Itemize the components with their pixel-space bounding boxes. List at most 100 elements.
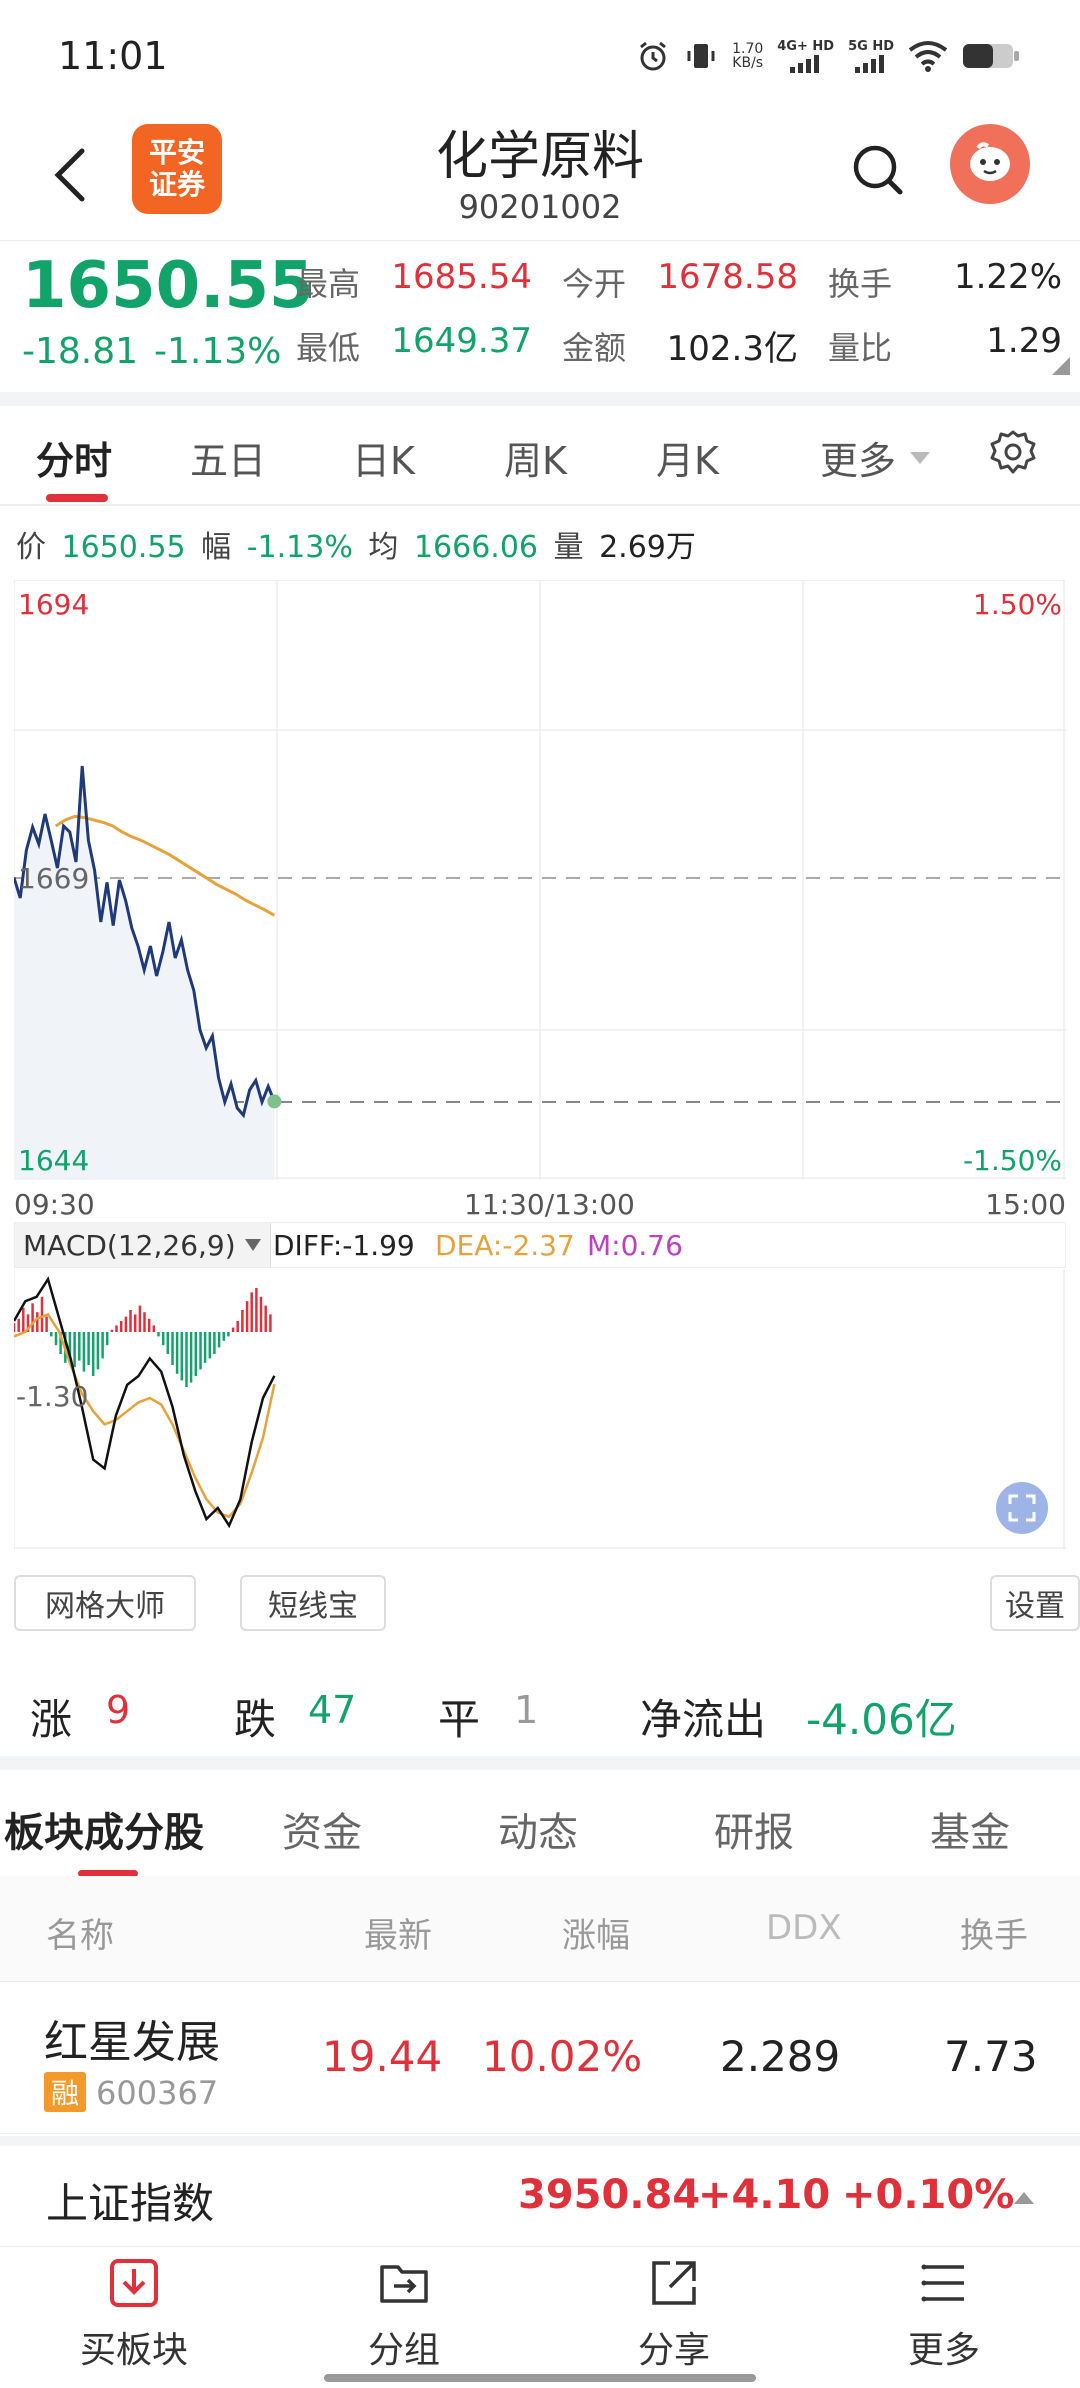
tab-daily-k[interactable]: 日K [352,430,415,485]
stock-turnover: 7.73 [944,2032,1038,2081]
signal-bars-icon [855,55,885,73]
signal-bars-icon [789,55,819,73]
expand-corner-icon[interactable] [1052,357,1070,375]
info-pct: -1.13% [246,530,353,565]
tab-intraday[interactable]: 分时 [36,430,112,485]
net-speed-value: 1.70 [732,41,764,57]
nav-share[interactable]: 分享 [584,2255,764,2373]
nav-buy-sector[interactable]: 买板块 [44,2255,224,2373]
index-change: +4.10 [698,2172,831,2218]
detail-tabs: 板块成分股 资金 动态 研报 基金 [0,1770,1080,1877]
open-value: 1678.58 [657,257,798,297]
table-header: 名称 最新 涨幅 DDX 换手 [0,1876,1080,1982]
info-vol: 2.69万 [599,530,696,565]
index-ticker[interactable]: 上证指数 3950.84 +4.10 +0.10% [0,2136,1080,2246]
nav-more[interactable]: 更多 [854,2255,1034,2373]
tab-funds[interactable]: 基金 [930,1800,1010,1858]
gear-icon [990,430,1036,474]
tab-five-day[interactable]: 五日 [190,430,266,485]
tab-research[interactable]: 研报 [714,1800,794,1858]
col-latest[interactable]: 最新 [364,1908,432,1957]
info-avg-label: 均 [368,530,399,565]
settings-button[interactable]: 设置 [990,1575,1080,1631]
page-title: 化学原料 [435,127,644,187]
time-mid: 11:30/13:00 [464,1188,635,1221]
time-end: 15:00 [985,1188,1066,1221]
index-pct: +0.10% [842,2172,1015,2218]
sector-code: 90201002 [458,188,622,226]
share-icon [652,2261,696,2305]
amount-label: 金额 [562,329,627,367]
tab-monthly-k[interactable]: 月K [656,430,719,485]
net-speed-unit: KB/s [732,55,764,71]
home-indicator [324,2374,756,2382]
chart-tabs: 分时 五日 日K 周K 月K 更多 [0,406,1080,506]
chevron-up-icon[interactable] [1012,2190,1036,2206]
intraday-chart[interactable]: 1694 1669 1644 1.50% -1.50% [14,580,1066,1180]
status-bar: 11:01 1.70 KB/s 4G+ HD 5G HD [0,0,1080,110]
info-avg: 1666.06 [413,530,538,565]
col-turnover[interactable]: 换手 [960,1908,1028,1957]
nav-group-label: 分组 [367,2330,440,2371]
alarm-icon [640,41,667,71]
info-vol-label: 量 [553,530,584,565]
flat-label: 平 [438,1695,481,1744]
last-price-dot [267,1094,282,1109]
header: 平安 证券 化学原料 90201002 [0,110,1080,240]
flat-count: 1 [514,1688,539,1732]
battery-icon [963,44,1019,68]
tab-constituents[interactable]: 板块成分股 [4,1800,204,1858]
macd-label: MACD(12,26,9) [23,1228,236,1262]
down-label: 跌 [234,1695,277,1744]
last-price: 1650.55 [22,249,314,323]
y-axis-top: 1694 [18,588,89,621]
tab-underline [46,494,108,502]
y-axis-bottom: 1644 [18,1144,89,1177]
nav-more-label: 更多 [907,2330,980,2371]
tab-capital[interactable]: 资金 [282,1800,362,1858]
tab-news[interactable]: 动态 [498,1800,578,1858]
high-value: 1685.54 [391,257,532,297]
tab-weekly-k[interactable]: 周K [504,430,567,485]
stock-change: 10.02% [482,2032,643,2081]
price-change-pct: -1.13% [154,331,282,372]
dropdown-triangle-icon [244,1239,261,1251]
tab-more[interactable]: 更多 [820,430,932,485]
short-line-button[interactable]: 短线宝 [240,1575,386,1631]
nav-share-label: 分享 [637,2330,710,2371]
status-time: 11:01 [58,34,168,78]
menu-icon [921,2264,964,2302]
up-count: 9 [106,1688,131,1732]
col-change[interactable]: 涨幅 [562,1908,630,1957]
macd-diff: DIFF:-1.99 [273,1229,415,1262]
quote-panel: 1650.55 -18.81 -1.13% 最高 1685.54 最低 1649… [0,240,1080,392]
time-start: 09:30 [14,1188,95,1221]
index-name: 上证指数 [46,2179,215,2228]
chart-settings-button[interactable] [988,428,1038,482]
status-icons: 1.70 KB/s 4G+ HD 5G HD [636,36,1020,76]
wifi-icon [908,41,948,72]
signal-2-label: 5G HD [848,39,894,54]
macd-y-label: -1.30 [16,1380,88,1413]
macd-m: M:0.76 [587,1229,683,1262]
macd-dea: DEA:-2.37 [435,1229,575,1262]
info-price: 1650.55 [61,530,186,565]
search-button[interactable] [840,132,916,208]
nav-group[interactable]: 分组 [314,2255,494,2373]
fullscreen-button[interactable] [996,1482,1048,1534]
nav-buy-sector-label: 买板块 [79,2330,188,2371]
grid-master-button[interactable]: 网格大师 [14,1575,196,1631]
macd-chart[interactable]: -1.30 [14,1270,1066,1550]
col-name[interactable]: 名称 [46,1908,114,1957]
macd-grid [14,1270,1066,1550]
table-row[interactable]: 红星发展 融 600367 19.44 10.02% 2.289 7.73 [0,1984,1080,2134]
folder-icon [380,2265,428,2303]
divider [0,1756,1080,1770]
up-label: 涨 [30,1695,73,1744]
pct-axis-bottom: -1.50% [963,1144,1062,1177]
macd-selector[interactable]: MACD(12,26,9) [15,1223,271,1267]
assistant-avatar[interactable] [950,124,1030,204]
col-ddx[interactable]: DDX [766,1908,842,1948]
vol-ratio-value: 1.29 [986,321,1062,361]
high-label: 最高 [296,265,361,303]
